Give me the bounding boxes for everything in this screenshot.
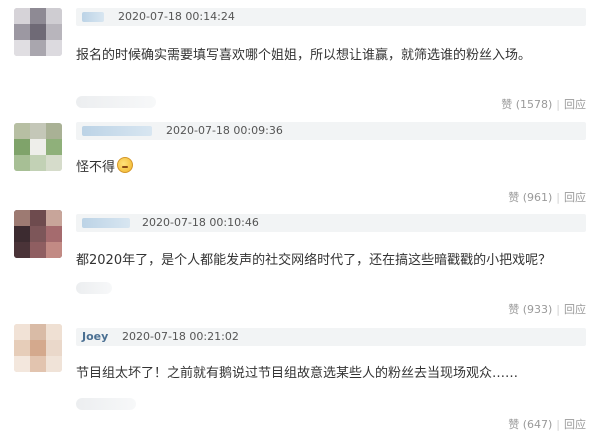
avatar[interactable]: [14, 324, 62, 372]
comment-timestamp: 2020-07-18 00:21:02: [122, 330, 239, 343]
comment-actions: 赞 (1578) | 回应: [501, 98, 586, 111]
like-count: (1578): [515, 98, 553, 111]
username-blurred[interactable]: [82, 12, 104, 22]
comment-header: 2020-07-18 00:14:24: [76, 8, 586, 26]
comment-timestamp: 2020-07-18 00:09:36: [166, 124, 283, 137]
reply-preview-blurred: [76, 96, 156, 108]
thinking-emoji-icon: [117, 157, 134, 173]
avatar[interactable]: [14, 8, 62, 56]
like-button[interactable]: 赞 (933): [508, 303, 552, 316]
username-blurred[interactable]: [82, 218, 130, 228]
comment-text: 报名的时候确实需要填写喜欢哪个姐姐，所以想让谁赢，就筛选谁的粉丝入场。: [76, 48, 532, 63]
like-button[interactable]: 赞 (961): [508, 191, 552, 204]
comment-username[interactable]: Joey: [82, 330, 108, 343]
like-count: (961): [522, 191, 553, 204]
comment-text: 节目组太坏了！之前就有鹅说过节目组故意选某些人的粉丝去当现场观众……: [76, 366, 519, 381]
comment-header: Joey 2020-07-18 00:21:02: [76, 328, 586, 346]
reply-button[interactable]: 回应: [564, 418, 586, 431]
comment-actions: 赞 (933) | 回应: [508, 303, 586, 316]
comment-actions: 赞 (961) | 回应: [508, 191, 586, 204]
comment-actions: 赞 (647) | 回应: [508, 418, 586, 431]
like-count: (647): [522, 418, 553, 431]
reply-button[interactable]: 回应: [564, 303, 586, 316]
like-button[interactable]: 赞 (1578): [501, 98, 552, 111]
comment-text: 都2020年了，是个人都能发声的社交网络时代了，还在搞这些暗戳戳的小把戏呢？: [76, 253, 552, 268]
reply-preview-blurred: [76, 282, 112, 294]
comment-text: 怪不得: [76, 156, 134, 175]
comment-timestamp: 2020-07-18 00:10:46: [142, 216, 259, 229]
reply-preview-blurred: [76, 398, 136, 410]
reply-button[interactable]: 回应: [564, 98, 586, 111]
comment-header: 2020-07-18 00:09:36: [76, 122, 586, 140]
like-count: (933): [522, 303, 553, 316]
like-button[interactable]: 赞 (647): [508, 418, 552, 431]
comment-header: 2020-07-18 00:10:46: [76, 214, 586, 232]
avatar[interactable]: [14, 210, 62, 258]
username-blurred[interactable]: [82, 126, 152, 136]
reply-button[interactable]: 回应: [564, 191, 586, 204]
avatar[interactable]: [14, 123, 62, 171]
comment-timestamp: 2020-07-18 00:14:24: [118, 10, 235, 23]
